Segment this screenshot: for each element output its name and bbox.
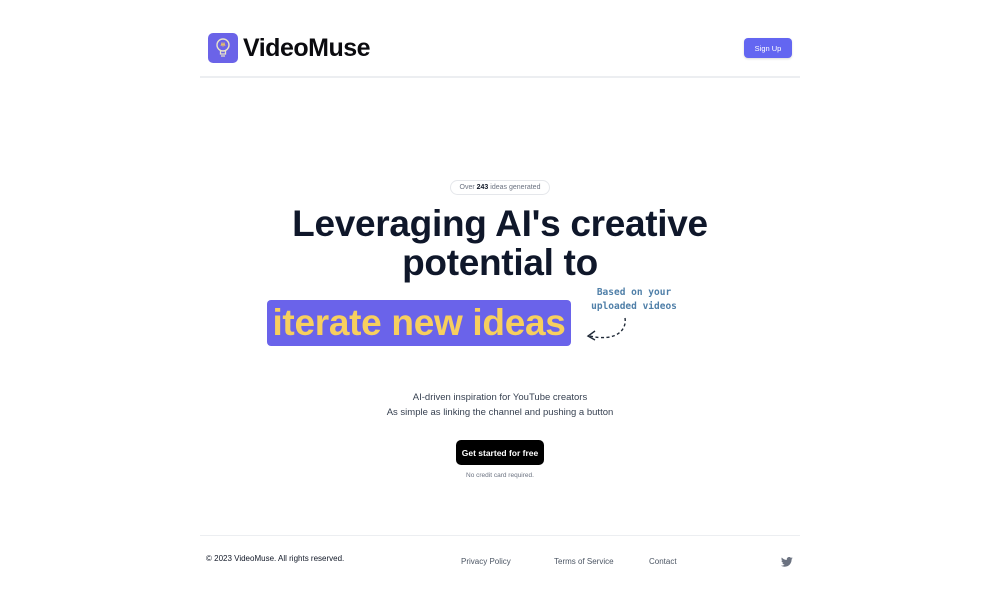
copyright-text: © 2023 VideoMuse. All rights reserved. — [206, 554, 345, 563]
site-footer: © 2023 VideoMuse. All rights reserved. P… — [200, 535, 800, 585]
ideas-counter-badge: Over 243 ideas generated — [450, 180, 550, 195]
terms-of-service-link[interactable]: Terms of Service — [554, 557, 614, 566]
no-credit-card-note: No credit card required. — [466, 472, 534, 479]
annotation-note: Based on your uploaded videos — [582, 286, 686, 314]
badge-suffix: ideas generated — [490, 184, 541, 191]
contact-link[interactable]: Contact — [649, 557, 677, 566]
annotation-line-1: Based on your — [596, 287, 672, 298]
ideas-count: 243 — [476, 184, 489, 191]
privacy-policy-link[interactable]: Privacy Policy — [461, 557, 511, 566]
sign-up-button[interactable]: Sign Up — [744, 38, 792, 58]
lightbulb-icon — [208, 33, 238, 63]
annotation-line-2: uploaded videos — [591, 301, 677, 312]
curved-arrow-icon — [586, 317, 626, 341]
subtext-line-2: As simple as linking the channel and pus… — [386, 406, 614, 418]
brand-name: VideoMuse — [243, 33, 371, 62]
get-started-button[interactable]: Get started for free — [456, 440, 544, 465]
badge-prefix: Over — [459, 184, 475, 191]
site-header: VideoMuse Sign Up — [200, 28, 800, 78]
logo[interactable]: VideoMuse — [208, 33, 371, 63]
hero-headline: Leveraging AI's creative potential to — [292, 203, 708, 283]
subtext-line-1: AI-driven inspiration for YouTube creato… — [412, 392, 588, 403]
highlight-phrase: iterate new ideas — [267, 300, 571, 346]
hero-subtext: AI-driven inspiration for YouTube creato… — [300, 391, 700, 420]
twitter-icon[interactable] — [781, 557, 793, 567]
